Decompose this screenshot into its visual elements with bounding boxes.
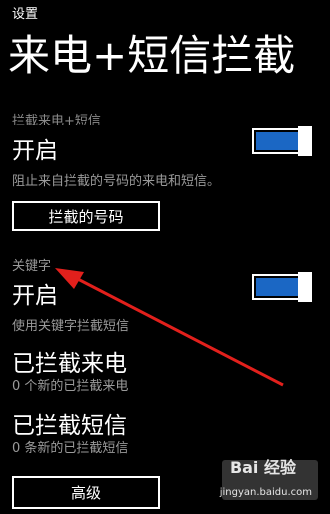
arrow-head (55, 268, 84, 289)
arrow-shaft (71, 274, 284, 387)
watermark-site: jingyan.baidu.com (219, 487, 312, 498)
watermark-logo: Bai 经验 (229, 458, 296, 477)
annotation-arrow (55, 268, 284, 387)
